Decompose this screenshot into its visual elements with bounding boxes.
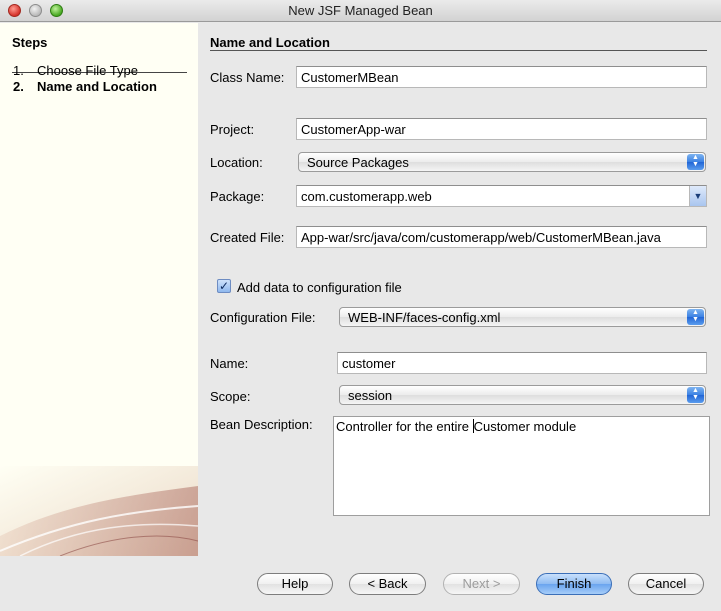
scope-label: Scope: [210, 389, 251, 404]
location-label: Location: [210, 155, 263, 170]
scope-select[interactable]: session ▲ ▼ [339, 385, 706, 405]
next-button[interactable]: Next > [443, 573, 520, 595]
wizard-content: Name and Location Class Name: CustomerMB… [198, 23, 721, 556]
chevron-down-icon[interactable]: ▼ [689, 186, 706, 206]
location-select-value: Source Packages [307, 155, 409, 170]
select-arrows-icon: ▲ ▼ [687, 309, 704, 325]
bean-description-text-after-caret: Customer module [473, 419, 577, 434]
add-config-checkbox[interactable]: ✓ [217, 279, 231, 293]
window-title: New JSF Managed Bean [288, 3, 433, 18]
decorative-swoosh-image [0, 466, 198, 556]
title-bar: New JSF Managed Bean [0, 0, 721, 22]
package-label: Package: [210, 189, 265, 204]
select-arrows-icon: ▲ ▼ [687, 387, 704, 403]
steps-panel: Steps 1. Choose File Type 2. Name and Loca… [0, 23, 198, 556]
created-file-field: App-war/src/java/com/customerapp/web/Cus… [296, 226, 707, 248]
package-combobox[interactable]: com.customerapp.web ▼ [296, 185, 707, 207]
project-label: Project: [210, 122, 255, 137]
class-name-field[interactable]: CustomerMBean [296, 66, 707, 88]
step-number: 2. [13, 79, 24, 94]
name-field[interactable]: customer [337, 352, 707, 374]
bean-description-text-before-caret: Controller for the entire [336, 419, 473, 434]
steps-heading: Steps [12, 35, 48, 50]
step-item-name-and-location: 2. Name and Location [13, 79, 157, 94]
step-label: Choose File Type [37, 63, 138, 78]
bean-description-textarea[interactable]: Controller for the entire Customer modul… [333, 416, 710, 516]
back-button[interactable]: < Back [349, 573, 426, 595]
help-button[interactable]: Help [257, 573, 333, 595]
created-file-value: App-war/src/java/com/customerapp/web/Cus… [301, 230, 661, 245]
bean-description-label: Bean Description: [210, 417, 313, 432]
step-number: 1. [13, 63, 24, 78]
class-name-label: Class Name: [210, 70, 285, 85]
created-file-label: Created File: [210, 230, 285, 245]
config-file-select[interactable]: WEB-INF/faces-config.xml ▲ ▼ [339, 307, 706, 327]
cancel-button[interactable]: Cancel [628, 573, 704, 595]
section-divider [210, 50, 707, 51]
select-arrows-icon: ▲ ▼ [687, 154, 704, 170]
config-file-label: Configuration File: [210, 310, 316, 325]
step-item-choose-file-type: 1. Choose File Type [13, 63, 138, 78]
scope-select-value: session [348, 388, 393, 403]
add-config-label[interactable]: Add data to configuration file [237, 280, 402, 295]
config-file-select-value: WEB-INF/faces-config.xml [348, 310, 501, 325]
project-field: CustomerApp-war [296, 118, 707, 140]
step-label: Name and Location [37, 79, 157, 94]
section-title: Name and Location [210, 35, 330, 50]
finish-button[interactable]: Finish [536, 573, 612, 595]
package-combobox-value: com.customerapp.web [301, 189, 432, 204]
name-label: Name: [210, 356, 249, 371]
location-select[interactable]: Source Packages ▲ ▼ [298, 152, 706, 172]
